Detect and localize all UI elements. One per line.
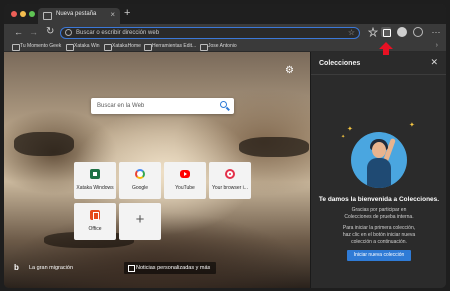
- address-bar[interactable]: Buscar o escribir dirección web ☆: [60, 27, 360, 39]
- welcome-text-line: Gracias por participar en: [351, 207, 407, 213]
- navigation-toolbar: ← → ↻ Buscar o escribir dirección web ☆ …: [4, 24, 446, 41]
- title-bar: Nueva pestaña × +: [4, 4, 446, 24]
- office-icon: [90, 210, 100, 220]
- tile-label: Office: [88, 226, 102, 232]
- favorites-icon[interactable]: [367, 26, 379, 38]
- sparkle-icon: ✦: [341, 134, 346, 140]
- start-new-collection-button[interactable]: Iniciar nueva colección: [347, 250, 411, 261]
- bookmark-item[interactable]: Tu Momento Geek: [12, 42, 61, 51]
- tab-title: Nueva pestaña: [56, 11, 97, 17]
- minimize-window-button[interactable]: [20, 11, 26, 17]
- tile-label: Google: [131, 185, 149, 191]
- new-tab-button[interactable]: +: [124, 7, 130, 19]
- profile-avatar[interactable]: [397, 27, 407, 37]
- illustration-body: [367, 158, 391, 188]
- image-caption-link[interactable]: La gran migración: [29, 264, 73, 272]
- pane-divider: [311, 74, 446, 75]
- forward-icon[interactable]: →: [29, 27, 38, 37]
- quick-link-tile[interactable]: Xataka Windows: [74, 162, 116, 199]
- excel-icon: [90, 169, 100, 179]
- maximize-window-button[interactable]: [29, 11, 35, 17]
- welcome-heading: Te damos la bienvenida a Colecciones.: [318, 196, 440, 203]
- bookmarks-overflow-icon[interactable]: ›: [436, 41, 438, 51]
- sparkle-icon: ✦: [409, 122, 415, 129]
- plus-icon: +: [135, 211, 145, 228]
- google-icon: [135, 169, 145, 179]
- feedback-smile-icon[interactable]: [413, 27, 423, 37]
- page-settings-gear-icon[interactable]: ⚙: [285, 66, 294, 76]
- bookmark-item[interactable]: Xataka Win: [66, 42, 100, 51]
- red-arrow-annotation-icon: [379, 42, 393, 55]
- reload-icon[interactable]: ↻: [46, 27, 54, 37]
- tab-close-icon[interactable]: ×: [110, 10, 115, 20]
- instruction-text-line: Para iniciar la primera colección,: [342, 225, 416, 231]
- favorite-star-icon[interactable]: ☆: [348, 28, 355, 38]
- personalized-news-button[interactable]: Noticias personalizadas y más: [124, 262, 217, 274]
- search-icon[interactable]: [220, 101, 227, 108]
- youtube-icon: [180, 170, 190, 178]
- tab-new-tab[interactable]: Nueva pestaña ×: [38, 8, 120, 24]
- tab-favicon-icon: [43, 12, 52, 20]
- search-placeholder[interactable]: Buscar en la Web: [97, 102, 144, 110]
- web-search-box[interactable]: Buscar en la Web: [91, 98, 234, 114]
- tile-label: Your browser i...: [212, 185, 248, 191]
- search-icon: [65, 29, 72, 36]
- collections-title: Colecciones: [319, 60, 361, 67]
- back-icon[interactable]: ←: [14, 27, 23, 37]
- browser-window: Nueva pestaña × + ← → ↻ Buscar o escribi…: [4, 4, 446, 288]
- bing-logo-icon[interactable]: b: [14, 263, 19, 273]
- quick-link-tile[interactable]: Office: [74, 203, 116, 240]
- collections-pane: Colecciones ✕ ✦ ✦ ✦ Te damos la bienveni…: [310, 52, 446, 288]
- tile-label: YouTube: [175, 185, 195, 191]
- sparkle-icon: ✦: [347, 126, 353, 133]
- new-tab-page: ⚙ Buscar en la Web Xataka Windows Google…: [4, 52, 310, 288]
- welcome-illustration: [351, 132, 407, 188]
- quick-link-tile[interactable]: Google: [119, 162, 161, 199]
- quick-link-tile[interactable]: YouTube: [164, 162, 206, 199]
- tile-label: Xataka Windows: [76, 185, 114, 191]
- quick-link-tile[interactable]: Your browser i...: [209, 162, 251, 199]
- bookmark-item[interactable]: Jose Antonio: [200, 42, 237, 51]
- welcome-text-line: Colecciones de prueba interna.: [344, 214, 414, 220]
- bookmark-item[interactable]: XatakaHome: [104, 42, 141, 51]
- background-image-detail: [14, 132, 74, 156]
- instruction-text-line: haz clic en el botón iniciar nueva: [342, 232, 416, 238]
- close-window-button[interactable]: [11, 11, 17, 17]
- add-quick-link-button[interactable]: +: [119, 203, 161, 240]
- more-options-icon[interactable]: ···: [431, 27, 441, 37]
- cast-icon: [225, 169, 235, 179]
- instruction-text-line: colección a continuación.: [351, 239, 407, 245]
- collections-icon[interactable]: [381, 27, 391, 37]
- bookmark-item[interactable]: Herramientas Edit...: [144, 42, 196, 51]
- close-icon[interactable]: ✕: [430, 57, 438, 67]
- address-bar-placeholder[interactable]: Buscar o escribir dirección web: [76, 29, 159, 38]
- illustration-head: [372, 142, 386, 158]
- background-image-detail: [239, 137, 309, 157]
